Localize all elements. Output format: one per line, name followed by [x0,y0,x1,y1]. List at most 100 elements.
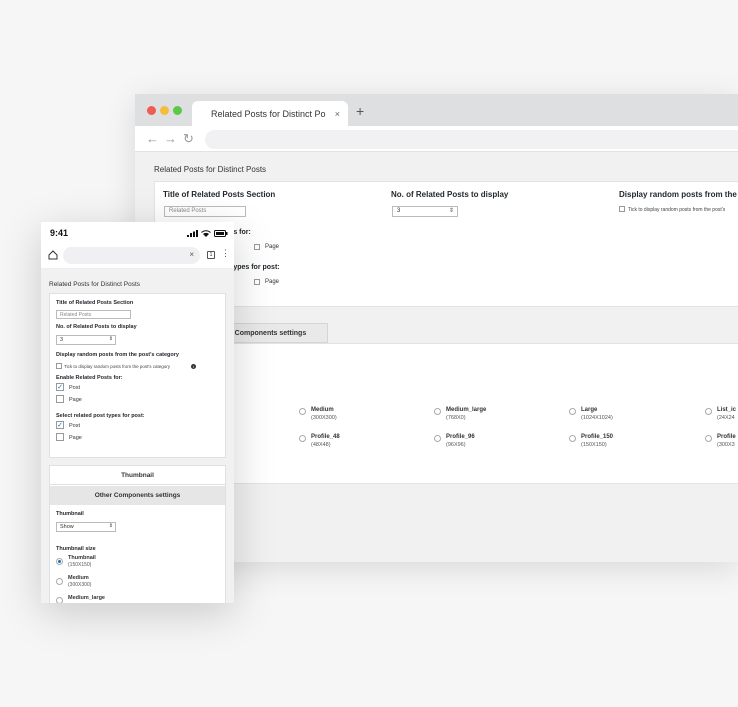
size-name: Profile [717,434,736,440]
enable-posts-label: Enable Related Posts for: [56,375,123,381]
random-posts-label: Display random posts from the post's cat… [56,352,179,358]
size-radio-large[interactable] [569,408,576,415]
size-radio-medium[interactable] [299,408,306,415]
maximize-window-button[interactable] [173,106,182,115]
browser-tab[interactable]: Related Posts for Distinct Po × [192,101,348,126]
types-page-label: Page [265,279,280,285]
size-dims: (768X0) [446,415,466,421]
size-dims: (1024X1024) [581,415,613,421]
size-dims: (150X150) [68,562,92,568]
chevron-updown-icon: ⇕ [108,523,113,529]
size-radio-profile-96[interactable] [434,435,441,442]
size-dims: (150X150) [581,442,607,448]
enable-page-label: Page [265,244,280,250]
enable-page-checkbox[interactable] [254,244,260,250]
settings-card: Title of Related Posts Section Related P… [154,181,738,307]
size-name: Thumbnail [68,555,96,561]
size-dims: (96X96) [446,442,466,448]
thumbnail-select[interactable]: Show ⇕ [56,522,116,532]
size-dims: (24X24 [717,415,735,421]
num-posts-label: No. of Related Posts to display [391,190,509,199]
types-post-label: Post [69,423,81,429]
thumbnail-size-label: Thumbnail size [56,546,96,552]
info-icon[interactable]: i [191,364,196,369]
back-arrow-icon[interactable]: ← [146,131,159,146]
close-window-button[interactable] [147,106,156,115]
forward-arrow-icon[interactable]: → [164,131,177,146]
num-posts-select[interactable]: 3 ⇕ [392,206,458,217]
size-radio-profile-150[interactable] [569,435,576,442]
size-dims: (48X48) [311,442,331,448]
tab-title: Related Posts for Distinct Po [211,109,326,119]
section-title-input[interactable]: Related Posts [164,206,246,217]
size-radio-medium-large[interactable] [434,408,441,415]
clock: 9:41 [50,228,69,238]
random-posts-checkbox[interactable] [619,206,625,212]
size-radio-medium[interactable] [56,578,63,585]
battery-icon [214,230,228,237]
section-title-label: Title of Related Posts Section [56,300,134,306]
chevron-updown-icon: ⇕ [448,208,454,214]
tab-thumbnail[interactable]: Thumbnail [50,466,225,485]
minimize-window-button[interactable] [160,106,169,115]
types-page-checkbox[interactable] [254,279,260,285]
mobile-address-bar[interactable]: × [63,247,200,264]
page-title: Related Posts for Distinct Posts [49,281,141,288]
menu-kebab-icon[interactable]: ⋮ [221,248,230,259]
clear-url-icon[interactable]: × [189,250,194,259]
tab-other-components[interactable]: r Components settings [223,323,328,343]
size-dims: (300X3 [717,442,735,448]
wifi-icon [201,230,211,237]
section-title-label: Title of Related Posts Section [163,190,276,199]
tab-bar: Related Posts for Distinct Po × + [135,94,738,126]
mobile-page: Related Posts for Distinct Posts Title o… [41,269,234,603]
mobile-components-card: Thumbnail Other Components settings Thum… [49,465,226,603]
section-title-input[interactable]: Related Posts [56,310,131,319]
size-name: Medium [311,407,334,413]
post-types-label: types for post: [231,264,280,271]
chevron-updown-icon: ⇕ [108,336,113,342]
tabs-count-icon[interactable]: 1 [207,251,215,259]
signal-icon [187,230,198,237]
browser-toolbar: ← → ↻ [135,126,738,152]
mobile-url-row: × 1 ⋮ [41,242,234,269]
new-tab-button[interactable]: + [356,103,364,119]
tab-other-components[interactable]: Other Components settings [50,486,225,505]
random-posts-tick-text: Tick to display random posts from the po… [64,364,170,369]
close-tab-icon[interactable]: × [335,109,340,119]
thumbnail-value: Show [60,524,74,530]
types-page-checkbox[interactable] [56,433,64,441]
mobile-device: 9:41 × 1 ⋮ Related Posts for Distinct Po… [41,222,234,603]
size-dims: (300X300) [311,415,337,421]
size-dims: (300X300) [68,582,92,588]
size-name: Medium_large [446,407,487,413]
size-name: Profile_48 [311,434,340,440]
reload-icon[interactable]: ↻ [183,131,194,147]
size-radio-list-icon[interactable] [705,408,712,415]
home-icon[interactable] [48,250,58,260]
enable-post-checkbox[interactable]: ✓ [56,383,64,391]
num-posts-select[interactable]: 3 ⇕ [56,335,116,345]
random-posts-checkbox[interactable] [56,363,62,369]
page-title: Related Posts for Distinct Posts [154,165,267,174]
size-name: Medium [68,575,89,581]
size-radio-profile-300[interactable] [705,435,712,442]
size-name: Medium_large [68,595,105,601]
address-bar[interactable] [205,130,738,149]
enable-page-label: Page [69,397,82,403]
num-posts-label: No. of Related Posts to display [56,324,137,330]
thumbnail-size-card: Medium (300X300) Medium_large (768X0) La… [225,343,738,484]
size-name: Profile_150 [581,434,614,440]
size-name: Large [581,407,598,413]
types-post-checkbox[interactable]: ✓ [56,421,64,429]
size-radio-thumbnail[interactable] [56,558,63,565]
size-name: Profile_96 [446,434,475,440]
size-radio-medium-large[interactable] [56,597,63,603]
size-radio-profile-48[interactable] [299,435,306,442]
enable-page-checkbox[interactable] [56,395,64,403]
thumbnail-label: Thumbnail [56,511,84,517]
enable-post-label: Post [69,385,81,391]
types-page-label: Page [69,435,82,441]
random-posts-tick-text: Tick to display random posts from the po… [628,207,726,213]
mobile-settings-card: Title of Related Posts Section Related P… [49,293,226,458]
